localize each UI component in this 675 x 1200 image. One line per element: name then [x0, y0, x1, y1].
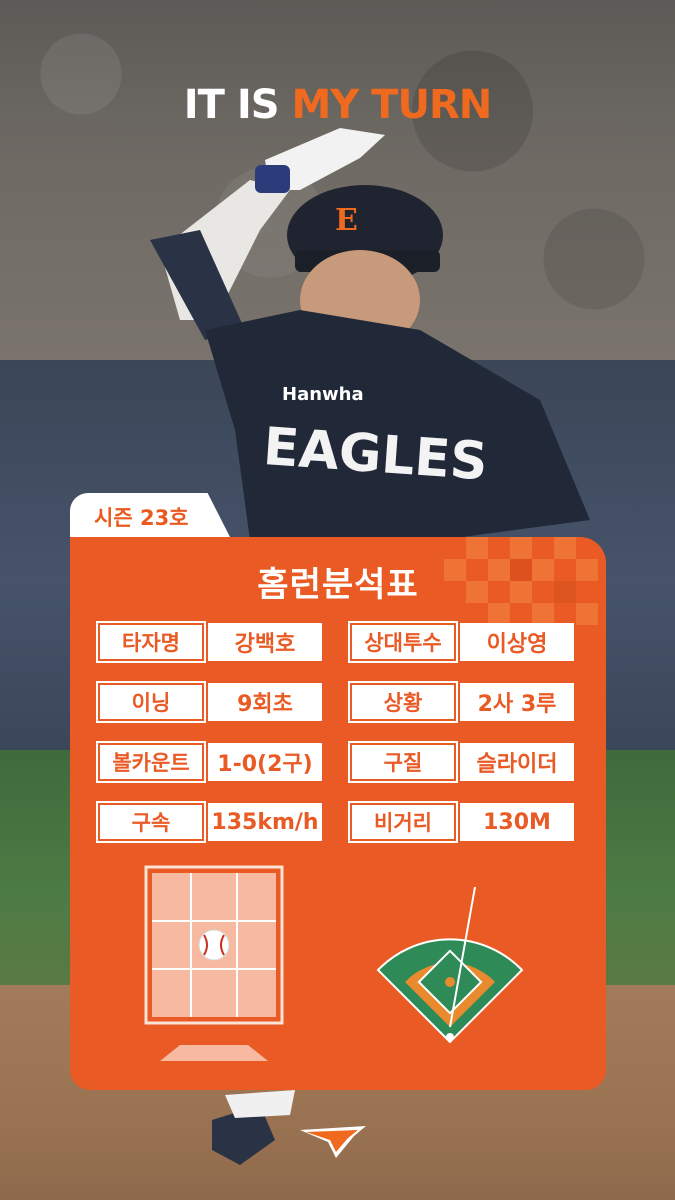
stat-value: 135km/h [208, 803, 322, 841]
headline-part2: MY TURN [291, 82, 492, 128]
season-tag-label: 시즌 23호 [94, 506, 189, 530]
eagles-logo [300, 1126, 366, 1158]
headline: IT IS MY TURN [0, 82, 675, 128]
stat-value: 9회초 [208, 683, 322, 721]
card-title: 홈런분석표 [257, 565, 419, 605]
stat-inning: 이닝 9회초 [96, 681, 322, 725]
stat-value: 2사 3루 [460, 683, 574, 721]
stat-pitch-type: 구질 슬라이더 [348, 741, 574, 785]
stat-label: 상대투수 [348, 621, 458, 663]
stat-pitcher: 상대투수 이상영 [348, 621, 574, 665]
stat-count: 볼카운트 1-0(2구) [96, 741, 322, 785]
stat-label: 상황 [348, 681, 458, 723]
stat-value: 강백호 [208, 623, 322, 661]
headline-part1: IT IS [183, 82, 292, 128]
homerun-analysis-card: 홈런분석표 타자명 강백호 상대투수 이상영 이닝 9회초 상황 2사 3루 볼… [70, 537, 606, 1158]
svg-text:E: E [335, 203, 358, 238]
stat-label: 비거리 [348, 801, 458, 843]
season-tag: 시즌 23호 [70, 493, 230, 537]
stat-value: 130M [460, 803, 574, 841]
stat-label: 구속 [96, 801, 206, 843]
svg-text:Hanwha: Hanwha [282, 384, 364, 405]
stat-speed: 구속 135km/h [96, 801, 322, 845]
stat-value: 이상영 [460, 623, 574, 661]
stat-label: 이닝 [96, 681, 206, 723]
stat-situation: 상황 2사 3루 [348, 681, 574, 725]
field-spray-chart [376, 886, 524, 1044]
baseball-icon [198, 929, 230, 961]
stat-label: 구질 [348, 741, 458, 783]
stat-label: 타자명 [96, 621, 206, 663]
stat-value: 1-0(2구) [208, 743, 322, 781]
stat-distance: 비거리 130M [348, 801, 574, 845]
strike-zone-chart [144, 865, 284, 1061]
stat-value: 슬라이더 [460, 743, 574, 781]
stat-label: 볼카운트 [96, 741, 206, 783]
stat-batter: 타자명 강백호 [96, 621, 322, 665]
